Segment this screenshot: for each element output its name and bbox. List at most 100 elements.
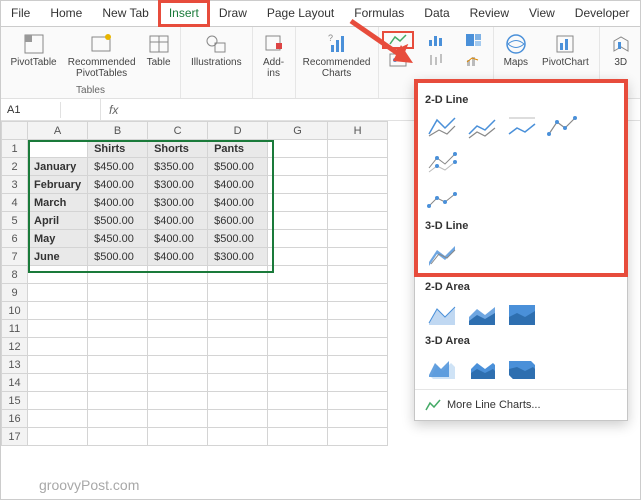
cell[interactable]: $400.00 <box>148 212 208 230</box>
col-header-b[interactable]: B <box>88 122 148 140</box>
insert-hierarchy-chart-button[interactable] <box>458 31 490 49</box>
cell[interactable]: $350.00 <box>148 158 208 176</box>
cell[interactable]: $300.00 <box>148 176 208 194</box>
cell[interactable]: $400.00 <box>88 176 148 194</box>
row-header[interactable]: 5 <box>2 212 28 230</box>
cell[interactable] <box>328 374 388 392</box>
chart-3d-line[interactable] <box>425 238 459 268</box>
cell[interactable] <box>328 212 388 230</box>
cell[interactable] <box>328 248 388 266</box>
col-header-g[interactable]: G <box>268 122 328 140</box>
row-header[interactable]: 11 <box>2 320 28 338</box>
cell[interactable]: Pants <box>208 140 268 158</box>
cell[interactable] <box>88 374 148 392</box>
cell[interactable] <box>208 356 268 374</box>
cell[interactable] <box>268 230 328 248</box>
cell[interactable]: $500.00 <box>208 230 268 248</box>
cell[interactable] <box>148 302 208 320</box>
cell[interactable]: $400.00 <box>208 176 268 194</box>
cell[interactable] <box>28 266 88 284</box>
cell[interactable] <box>328 320 388 338</box>
cell[interactable]: Shorts <box>148 140 208 158</box>
tab-draw[interactable]: Draw <box>209 1 257 26</box>
cell[interactable]: February <box>28 176 88 194</box>
cell[interactable] <box>328 266 388 284</box>
cell[interactable] <box>208 338 268 356</box>
row-header[interactable]: 17 <box>2 428 28 446</box>
row-header[interactable]: 6 <box>2 230 28 248</box>
recommended-charts-button[interactable]: ? Recommended Charts <box>302 31 372 81</box>
addins-button[interactable]: Add-ins <box>259 31 289 81</box>
chart-3d-stacked-area[interactable] <box>465 353 499 383</box>
pivotchart-button[interactable]: PivotChart <box>538 31 593 70</box>
more-line-charts[interactable]: More Line Charts... <box>425 394 617 412</box>
row-header[interactable]: 9 <box>2 284 28 302</box>
cell[interactable] <box>328 302 388 320</box>
recommended-pivot-button[interactable]: Recommended PivotTables <box>67 31 137 81</box>
cell[interactable] <box>328 194 388 212</box>
name-box[interactable]: A1 <box>1 102 61 118</box>
tab-insert[interactable]: Insert <box>159 1 209 26</box>
cell[interactable]: January <box>28 158 88 176</box>
cell[interactable] <box>328 410 388 428</box>
cell[interactable] <box>268 320 328 338</box>
cell[interactable] <box>208 374 268 392</box>
cell[interactable]: $500.00 <box>88 212 148 230</box>
cell[interactable] <box>28 140 88 158</box>
cell[interactable] <box>88 302 148 320</box>
row-header[interactable]: 12 <box>2 338 28 356</box>
row-header[interactable]: 4 <box>2 194 28 212</box>
cell[interactable] <box>328 140 388 158</box>
row-header[interactable]: 1 <box>2 140 28 158</box>
cell[interactable] <box>28 320 88 338</box>
chart-stacked-line[interactable] <box>465 112 499 142</box>
cell[interactable] <box>148 392 208 410</box>
cell[interactable] <box>268 374 328 392</box>
maps-button[interactable]: Maps <box>500 31 532 70</box>
cell[interactable]: $400.00 <box>208 194 268 212</box>
cell[interactable] <box>148 266 208 284</box>
cell[interactable]: March <box>28 194 88 212</box>
cell[interactable] <box>268 266 328 284</box>
cell[interactable] <box>88 320 148 338</box>
cell[interactable]: $400.00 <box>148 230 208 248</box>
row-header[interactable]: 16 <box>2 410 28 428</box>
insert-line-chart-button[interactable] <box>382 31 414 49</box>
col-header-c[interactable]: C <box>148 122 208 140</box>
chart-100-stacked-line[interactable] <box>505 112 539 142</box>
row-header[interactable]: 7 <box>2 248 28 266</box>
cell[interactable]: $450.00 <box>88 158 148 176</box>
chart-line[interactable] <box>425 112 459 142</box>
cell[interactable] <box>268 140 328 158</box>
col-header-a[interactable]: A <box>28 122 88 140</box>
fx-icon[interactable]: fx <box>101 103 126 117</box>
row-header[interactable]: 10 <box>2 302 28 320</box>
tab-formulas[interactable]: Formulas <box>344 1 414 26</box>
cell[interactable]: $400.00 <box>148 248 208 266</box>
cell[interactable] <box>328 176 388 194</box>
row-header[interactable]: 3 <box>2 176 28 194</box>
cell[interactable]: Shirts <box>88 140 148 158</box>
cell[interactable] <box>148 356 208 374</box>
cell[interactable] <box>88 392 148 410</box>
cell[interactable] <box>88 410 148 428</box>
cell[interactable] <box>28 356 88 374</box>
chart-3d-area[interactable] <box>425 353 459 383</box>
cell[interactable] <box>88 284 148 302</box>
cell[interactable] <box>328 158 388 176</box>
tab-review[interactable]: Review <box>460 1 519 26</box>
insert-combo-chart-button[interactable] <box>458 51 490 69</box>
col-header-h[interactable]: H <box>328 122 388 140</box>
cell[interactable] <box>148 320 208 338</box>
cell[interactable] <box>148 374 208 392</box>
tab-data[interactable]: Data <box>414 1 459 26</box>
cell[interactable] <box>268 284 328 302</box>
cell[interactable]: April <box>28 212 88 230</box>
tab-view[interactable]: View <box>519 1 565 26</box>
cell[interactable]: $600.00 <box>208 212 268 230</box>
cell[interactable] <box>208 428 268 446</box>
cell[interactable] <box>328 428 388 446</box>
cell[interactable] <box>148 428 208 446</box>
chart-stacked-line-markers[interactable] <box>425 148 459 178</box>
cell[interactable] <box>268 410 328 428</box>
